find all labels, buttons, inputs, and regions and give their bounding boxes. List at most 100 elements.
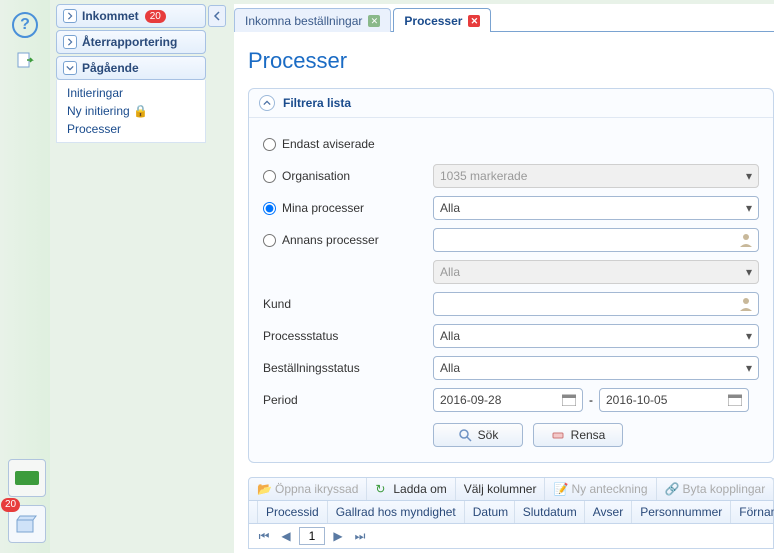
tab-label: Inkomna beställningar	[245, 14, 362, 28]
pager-next[interactable]: ▶	[329, 527, 347, 545]
label: Period	[263, 393, 298, 407]
pager-page-input[interactable]	[299, 527, 325, 545]
button-label: Välj kolumner	[464, 482, 537, 496]
link-icon: 🔗	[665, 482, 679, 496]
user-icon[interactable]	[738, 296, 754, 315]
main-area: Inkomna beställningar ✕ Processer ✕ Proc…	[234, 4, 774, 553]
dropdown-icon: ▾	[746, 361, 752, 375]
chevron-down-icon	[63, 61, 77, 75]
mina-processer-select[interactable]: Alla ▾	[433, 196, 759, 220]
tab-processer[interactable]: Processer ✕	[393, 8, 491, 32]
panel-label: Pågående	[82, 61, 139, 75]
button-label: Ny anteckning	[571, 482, 647, 496]
button-label: Byta kopplingar	[683, 482, 766, 496]
select-value: Alla	[440, 201, 460, 215]
lock-icon: 🔒	[133, 104, 148, 118]
doc-icon[interactable]	[14, 50, 36, 72]
user-icon[interactable]	[738, 232, 754, 251]
tabbar: Inkomna beställningar ✕ Processer ✕	[234, 4, 774, 32]
col-processid[interactable]: Processid	[258, 501, 328, 523]
dash: -	[589, 393, 593, 407]
filter-title: Filtrera lista	[283, 96, 351, 110]
sublink-initieringar[interactable]: Initieringar	[67, 84, 205, 102]
filter-panel: Filtrera lista Endast aviserade Organisa…	[248, 88, 774, 463]
close-tab-icon[interactable]: ✕	[468, 15, 480, 27]
search-button[interactable]: Sök	[433, 423, 523, 447]
pager-prev[interactable]: ◀	[277, 527, 295, 545]
change-links-button[interactable]: 🔗 Byta kopplingar	[657, 478, 774, 500]
grid-toolbar: 📂Öppna ikryssad ↻Ladda om Välj kolumner …	[248, 477, 774, 501]
grid-header: Processid Gallrad hos myndighet Datum Sl…	[248, 501, 774, 524]
calendar-icon[interactable]	[728, 394, 742, 406]
col-datum[interactable]: Datum	[465, 501, 515, 523]
radio-mina-processer[interactable]	[263, 202, 276, 215]
sublink-ny-initiering[interactable]: Ny initiering 🔒	[67, 102, 205, 120]
choose-columns-button[interactable]: Välj kolumner	[456, 478, 546, 500]
panel-label: Återrapportering	[82, 35, 177, 49]
button-label: Öppna ikryssad	[275, 482, 358, 496]
dropdown-icon: ▾	[746, 201, 752, 215]
col-fornamn[interactable]: Förnam	[731, 501, 774, 523]
pager-last[interactable]: ⏭	[351, 527, 369, 545]
open-icon: 📂	[257, 482, 271, 496]
open-checked-button[interactable]: 📂 Öppna ikryssad	[249, 478, 367, 500]
label: Kund	[263, 297, 291, 311]
help-icon[interactable]: ?	[12, 12, 38, 38]
panel-inkommet[interactable]: Inkommet 20	[56, 4, 206, 28]
collapse-sidebar-button[interactable]	[208, 5, 226, 27]
label: Processstatus	[263, 329, 338, 343]
pager-first[interactable]: ⏮	[255, 527, 273, 545]
radio-organisation[interactable]	[263, 170, 276, 183]
date-to-input[interactable]: 2016-10-05	[599, 388, 749, 412]
tray-badge: 20	[1, 498, 20, 512]
col-avser[interactable]: Avser	[585, 501, 632, 523]
button-label: Ladda om	[393, 482, 446, 496]
tab-inkomna-bestallningar[interactable]: Inkomna beställningar ✕	[234, 8, 391, 32]
button-label: Rensa	[571, 428, 606, 442]
label: Annans processer	[282, 233, 379, 247]
radio-endast-aviserade[interactable]	[263, 138, 276, 151]
clear-button[interactable]: Rensa	[533, 423, 623, 447]
panel-pagaende[interactable]: Pågående	[56, 56, 206, 80]
annans-processer-input[interactable]	[433, 228, 759, 252]
dropdown-icon: ▾	[746, 329, 752, 343]
col-gallrad[interactable]: Gallrad hos myndighet	[328, 501, 465, 523]
reload-button[interactable]: ↻ Ladda om	[367, 478, 455, 500]
note-icon: 📝	[553, 482, 567, 496]
tab-label: Processer	[404, 14, 462, 28]
bestallningsstatus-select[interactable]: Alla ▾	[433, 356, 759, 380]
reload-icon: ↻	[375, 482, 389, 496]
label: Beställningsstatus	[263, 361, 360, 375]
page-title: Processer	[248, 48, 774, 74]
chevron-right-icon	[63, 9, 77, 23]
processstatus-select[interactable]: Alla ▾	[433, 324, 759, 348]
button-label: Sök	[478, 428, 499, 442]
pager: ⏮ ◀ ▶ ⏭	[248, 524, 774, 549]
sublinks: Initieringar Ny initiering 🔒 Processer	[56, 80, 206, 143]
kund-input[interactable]	[433, 292, 759, 316]
select-value: Alla	[440, 265, 460, 279]
panel-aterrapportering[interactable]: Återrapportering	[56, 30, 206, 54]
new-note-button[interactable]: 📝 Ny anteckning	[545, 478, 656, 500]
tray-app-1[interactable]	[8, 459, 46, 497]
dropdown-icon: ▾	[746, 265, 752, 279]
eraser-icon	[551, 428, 565, 442]
calendar-icon[interactable]	[562, 394, 576, 406]
col-checkbox[interactable]	[249, 501, 258, 523]
col-slutdatum[interactable]: Slutdatum	[515, 501, 585, 523]
close-tab-icon[interactable]: ✕	[368, 15, 380, 27]
select-value: Alla	[440, 361, 460, 375]
collapse-filter-icon[interactable]	[259, 95, 275, 111]
col-personnummer[interactable]: Personnummer	[632, 501, 731, 523]
organisation-select: 1035 markerade▾	[433, 164, 759, 188]
radio-annans-processer[interactable]	[263, 234, 276, 247]
date-value: 2016-09-28	[440, 393, 501, 407]
tray-app-2[interactable]: 20	[8, 505, 46, 543]
label: Mina processer	[282, 201, 364, 215]
select-value: Alla	[440, 329, 460, 343]
dropdown-icon: ▾	[746, 169, 752, 183]
panel-badge: 20	[145, 10, 166, 23]
date-value: 2016-10-05	[606, 393, 667, 407]
sublink-processer[interactable]: Processer	[67, 120, 205, 138]
date-from-input[interactable]: 2016-09-28	[433, 388, 583, 412]
